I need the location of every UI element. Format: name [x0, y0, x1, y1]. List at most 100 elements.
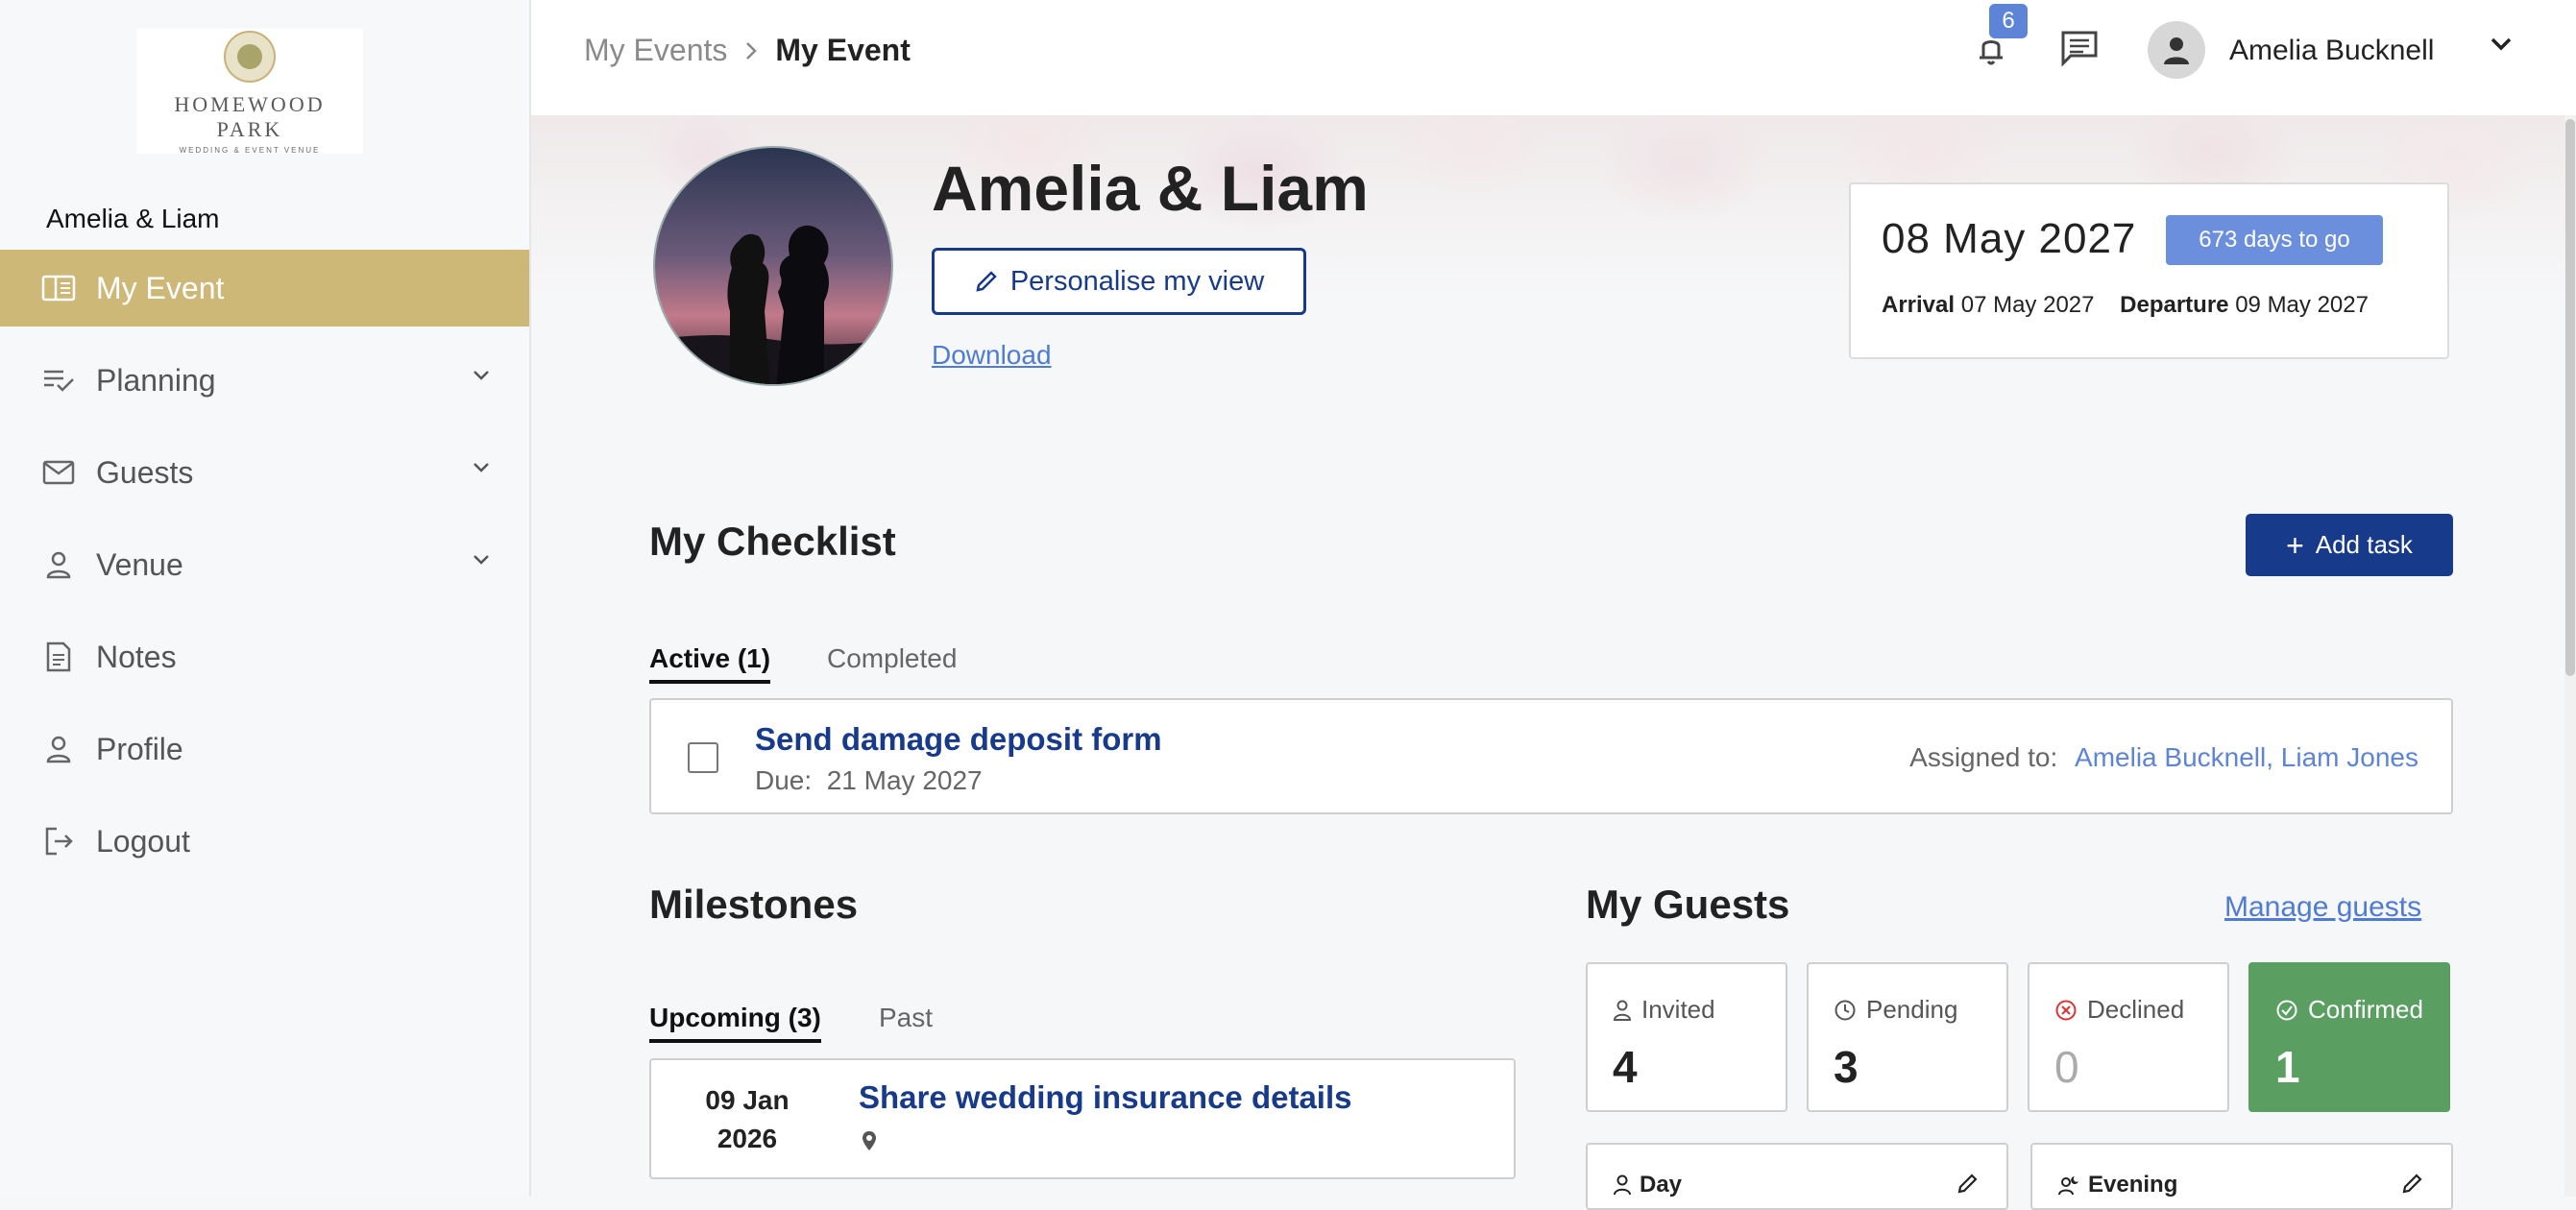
stat-label-text: Invited [1641, 995, 1715, 1024]
sidebar-item-label: Guests [96, 454, 194, 490]
chevron-down-icon[interactable] [472, 369, 491, 382]
topbar: My Events My Event 6 Amelia Bucknell [531, 0, 2576, 116]
breadcrumb-current: My Event [775, 33, 911, 67]
tab-upcoming[interactable]: Upcoming (3) [649, 1003, 821, 1043]
task-item: Send damage deposit form Due: 21 May 202… [649, 698, 2453, 814]
arrival-date: 07 May 2027 [1960, 292, 2095, 318]
user-name[interactable]: Amelia Bucknell [2229, 35, 2434, 67]
sidebar-item-my-event[interactable]: My Event [0, 250, 529, 327]
add-task-button[interactable]: + Add task [2246, 514, 2453, 576]
book-open-icon [40, 270, 77, 306]
breadcrumb-parent-link[interactable]: My Events [584, 33, 727, 68]
envelope-icon [40, 454, 77, 491]
chevron-right-icon [744, 40, 758, 61]
venue-logo[interactable]: HOMEWOOD PARK WEDDING & EVENT VENUE [136, 29, 363, 155]
chevron-down-icon[interactable] [472, 461, 491, 474]
location-pin-icon [861, 1129, 878, 1152]
milestone-item: 09 Jan 2026 Share wedding insurance deta… [649, 1058, 1516, 1179]
milestone-date-year: 2026 [717, 1124, 778, 1153]
guests-title: My Guests [1586, 882, 1790, 927]
stat-declined[interactable]: Declined 0 [2028, 962, 2229, 1112]
day-guests-label: Day [1613, 1172, 1682, 1198]
add-task-label: Add task [2315, 530, 2413, 559]
arrival-label: Arrival [1882, 292, 1956, 318]
stat-label-text: Declined [2087, 995, 2185, 1024]
couple-photo [653, 146, 893, 386]
stat-invited[interactable]: Invited 4 [1586, 962, 1787, 1112]
person-icon [1613, 1000, 1632, 1021]
stat-confirmed-value: 1 [2275, 1042, 2300, 1092]
personalise-view-label: Personalise my view [1009, 265, 1265, 297]
person-icon [40, 731, 77, 767]
edit-pencil-icon[interactable] [2401, 1172, 2424, 1195]
task-assigned-label: Assigned to: [1909, 742, 2058, 772]
checklist-title: My Checklist [649, 519, 896, 564]
day-guests-card[interactable]: Day [1586, 1143, 2008, 1210]
departure-date: 09 May 2027 [2235, 292, 2369, 318]
notification-badge: 6 [1989, 4, 2028, 38]
sidebar-item-logout[interactable]: Logout [0, 803, 529, 880]
day-guests-text: Day [1640, 1172, 1683, 1198]
task-due: Due: 21 May 2027 [755, 765, 983, 796]
stat-invited-label: Invited [1613, 995, 1715, 1025]
document-icon [40, 639, 77, 675]
sidebar-item-label: Venue [96, 546, 183, 582]
breadcrumb: My Events My Event [584, 33, 911, 68]
logo-name: HOMEWOOD PARK [136, 92, 363, 142]
sidebar-event-name: Amelia & Liam [46, 204, 220, 233]
milestone-date: 09 Jan 2026 [680, 1081, 814, 1158]
check-circle-icon [2276, 1000, 2297, 1020]
tab-past[interactable]: Past [879, 1003, 933, 1033]
stat-declined-value: 0 [2054, 1042, 2079, 1092]
plus-icon: + [2286, 527, 2304, 563]
arrival-departure: Arrival 07 May 2027 Departure 09 May 202… [1882, 292, 2369, 319]
logo-tagline: WEDDING & EVENT VENUE [179, 146, 321, 155]
task-title[interactable]: Send damage deposit form [755, 721, 1162, 758]
sidebar-item-venue[interactable]: Venue [0, 526, 529, 603]
scrollbar-thumb[interactable] [2565, 119, 2575, 676]
edit-pencil-icon[interactable] [1956, 1172, 1980, 1195]
task-assignees[interactable]: Amelia Bucknell, Liam Jones [2075, 742, 2418, 772]
stat-pending-label: Pending [1834, 995, 1957, 1025]
evening-guests-label: Evening [2057, 1172, 2177, 1198]
event-date-card: 08 May 2027 673 days to go Arrival 07 Ma… [1849, 182, 2449, 359]
person-moon-icon [2058, 1176, 2078, 1196]
personalise-view-button[interactable]: Personalise my view [932, 248, 1306, 315]
sidebar-item-guests[interactable]: Guests [0, 434, 529, 511]
sidebar-item-planning[interactable]: Planning [0, 342, 529, 419]
event-date: 08 May 2027 [1882, 215, 2137, 262]
chevron-down-icon[interactable] [472, 553, 491, 567]
stat-confirmed[interactable]: Confirmed 1 [2248, 962, 2450, 1112]
sidebar-item-label: Notes [96, 639, 177, 674]
person-icon [40, 546, 77, 583]
task-checkbox[interactable] [688, 742, 718, 773]
chevron-down-icon[interactable] [2489, 35, 2514, 54]
sidebar-item-label: My Event [96, 270, 225, 305]
x-circle-icon [2055, 1000, 2077, 1020]
countdown-badge: 673 days to go [2166, 215, 2383, 265]
milestone-title[interactable]: Share wedding insurance details [859, 1079, 1351, 1116]
stat-label-text: Confirmed [2308, 995, 2423, 1024]
logo-name-line1: HOMEWOOD [174, 92, 326, 116]
stat-label-text: Pending [1866, 995, 1958, 1024]
milestone-date-day: 09 Jan [705, 1085, 790, 1115]
sidebar-item-profile[interactable]: Profile [0, 711, 529, 787]
tab-completed[interactable]: Completed [827, 643, 957, 674]
sidebar-item-label: Planning [96, 362, 216, 398]
clock-icon [1835, 1000, 1856, 1020]
stat-declined-label: Declined [2054, 995, 2184, 1025]
sidebar: HOMEWOOD PARK WEDDING & EVENT VENUE Amel… [0, 0, 531, 1197]
sidebar-item-notes[interactable]: Notes [0, 618, 529, 695]
evening-guests-text: Evening [2088, 1172, 2178, 1198]
logo-name-line2: PARK [216, 117, 283, 141]
chat-icon[interactable] [2059, 29, 2102, 71]
stat-pending[interactable]: Pending 3 [1807, 962, 2008, 1112]
tab-active[interactable]: Active (1) [649, 643, 771, 684]
evening-guests-card[interactable]: Evening [2030, 1143, 2453, 1210]
avatar[interactable] [2148, 21, 2205, 79]
pencil-icon [976, 271, 997, 292]
stat-confirmed-label: Confirmed [2275, 995, 2423, 1025]
manage-guests-link[interactable]: Manage guests [2224, 891, 2421, 924]
download-link[interactable]: Download [932, 340, 1052, 371]
departure-label: Departure [2120, 292, 2229, 318]
